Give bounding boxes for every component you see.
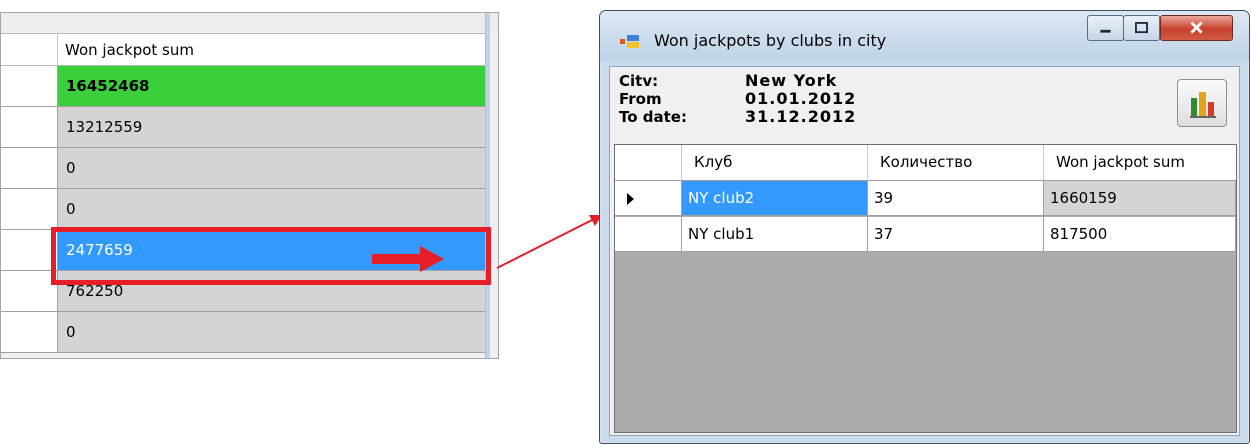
city-label: Citv: [619, 72, 659, 90]
jackpot-sum-cell[interactable]: 1660159 [1044, 181, 1236, 216]
row-header-corner [1, 34, 58, 65]
jackpot-sum-cell[interactable]: 13212559 [58, 107, 485, 147]
count-cell[interactable]: 37 [868, 217, 1044, 252]
cell-value: 16452468 [66, 77, 150, 95]
column-header-club[interactable]: Клуб [682, 145, 868, 180]
row-header[interactable] [1, 66, 58, 106]
table-row[interactable]: 13212559 [1, 107, 485, 148]
maximize-icon [1135, 22, 1148, 34]
club-cell[interactable]: NY club1 [682, 217, 868, 252]
jackpot-sum-cell[interactable]: 0 [58, 189, 485, 229]
row-header[interactable] [1, 312, 58, 352]
column-header-won-jackpot-sum[interactable]: Won jackpot sum [1044, 145, 1236, 180]
clubs-data-grid: Клуб Количество Won jackpot sum NY club2… [614, 144, 1237, 433]
table-row[interactable]: 0 [1, 148, 485, 189]
to-date-label: To date: [619, 108, 687, 126]
minimize-icon [1100, 29, 1111, 33]
jackpot-sum-cell[interactable]: 0 [58, 148, 485, 188]
column-header-count[interactable]: Количество [868, 145, 1044, 180]
close-icon [1190, 21, 1203, 34]
grid-header-row: Won jackpot sum [1, 33, 485, 66]
row-header[interactable] [1, 189, 58, 229]
cell-value: 0 [66, 323, 76, 341]
maximize-button[interactable] [1123, 15, 1160, 41]
city-value: New York [745, 71, 838, 90]
jackpot-sum-cell[interactable]: 817500 [1044, 217, 1236, 252]
club-cell[interactable]: NY club2 [682, 181, 868, 216]
show-chart-button[interactable] [1177, 79, 1227, 127]
vertical-scrollbar[interactable] [485, 13, 490, 358]
table-row[interactable]: 16452468 [1, 66, 485, 107]
table-row[interactable]: 0 [1, 312, 485, 353]
jackpot-sum-cell[interactable]: 16452468 [58, 66, 485, 106]
minimize-button[interactable] [1087, 15, 1124, 41]
column-header-won-jackpot-sum[interactable]: Won jackpot sum [65, 41, 194, 59]
window-title: Won jackpots by clubs in city [654, 31, 887, 50]
window-client-area: Citv: New York From 01.01.2012 To date: … [609, 66, 1240, 436]
table-row-current[interactable]: NY club2 39 1660159 [615, 181, 1236, 217]
close-button[interactable] [1160, 15, 1233, 41]
source-data-grid: Won jackpot sum 16452468 13212559 0 0 24… [0, 12, 499, 359]
count-cell[interactable]: 39 [868, 181, 1044, 216]
row-header[interactable] [1, 230, 58, 270]
annotation-arrow-icon [372, 246, 444, 272]
table-row[interactable]: 0 [1, 189, 485, 230]
to-date-value: 31.12.2012 [745, 107, 857, 126]
row-header[interactable] [1, 107, 58, 147]
window-titlebar[interactable]: Won jackpots by clubs in city [600, 11, 1249, 61]
row-header[interactable] [615, 217, 682, 252]
grid-header-row: Клуб Количество Won jackpot sum [615, 145, 1236, 181]
jackpot-sum-cell[interactable]: 0 [58, 312, 485, 352]
bar-chart-icon [1190, 92, 1216, 118]
table-row[interactable]: NY club1 37 817500 [615, 217, 1236, 253]
from-value: 01.01.2012 [745, 89, 857, 108]
from-label: From [619, 90, 662, 108]
grid-top-strip [1, 13, 498, 33]
jackpots-window: Won jackpots by clubs in city Citv: New … [599, 10, 1250, 444]
cell-value: 0 [66, 159, 76, 177]
cell-value: 13212559 [66, 118, 143, 136]
cell-value: 0 [66, 200, 76, 218]
row-header[interactable] [1, 271, 58, 311]
row-header-corner [615, 145, 682, 180]
app-icon [620, 35, 639, 48]
row-header[interactable] [1, 148, 58, 188]
current-row-arrow-icon [627, 193, 634, 205]
row-header[interactable] [615, 181, 682, 216]
